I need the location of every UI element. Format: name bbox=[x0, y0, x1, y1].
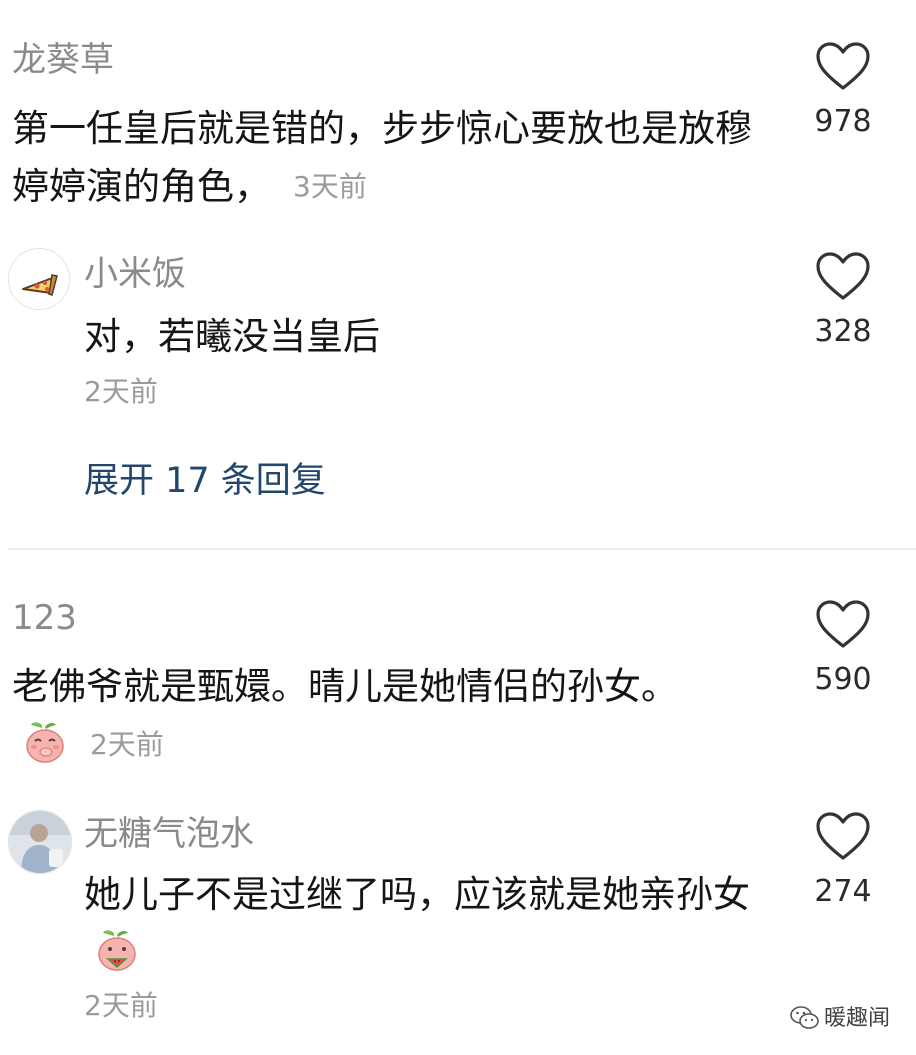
watermark: 暖趣闻 bbox=[790, 1000, 890, 1032]
watermark-text: 暖趣闻 bbox=[824, 1006, 891, 1031]
comment-username[interactable]: 123 bbox=[12, 598, 77, 638]
like-count: 328 bbox=[814, 314, 872, 349]
comment-text-body: 老佛爷就是甄嬛。晴儿是她情侣的孙女。 bbox=[12, 665, 678, 708]
reply-like-button[interactable]: 328 bbox=[798, 252, 888, 350]
comment-username[interactable]: 龙葵草 bbox=[12, 40, 114, 80]
reply-username[interactable]: 小米饭 bbox=[84, 254, 186, 294]
reply-text: 对，若曦没当皇后 bbox=[84, 315, 380, 358]
like-count: 274 bbox=[814, 874, 872, 909]
heart-outline-icon bbox=[816, 600, 870, 648]
pizza-slice-icon bbox=[9, 249, 69, 309]
expand-replies-link[interactable]: 展开 17 条回复 bbox=[84, 452, 326, 503]
like-count: 590 bbox=[814, 662, 872, 697]
reply-text-body: 她儿子不是过继了吗，应该就是她亲孙女 bbox=[84, 873, 750, 916]
avatar[interactable] bbox=[8, 248, 70, 310]
comment-text-body: 第一任皇后就是错的，步步惊心要放也是放穆婷婷演的角色， bbox=[12, 107, 752, 208]
reply-username[interactable]: 无糖气泡水 bbox=[84, 814, 254, 854]
heart-outline-icon bbox=[816, 252, 870, 300]
person-photo-avatar bbox=[9, 811, 71, 873]
like-button[interactable]: 978 bbox=[798, 42, 888, 140]
like-count: 978 bbox=[814, 104, 872, 139]
wechat-icon bbox=[790, 1006, 819, 1029]
comment-time: 3天前 bbox=[293, 170, 367, 203]
peach-covering-mouth-emoji bbox=[22, 719, 68, 782]
reply-text: 她儿子不是过继了吗，应该就是她亲孙女 bbox=[84, 866, 764, 990]
divider bbox=[8, 548, 916, 550]
reply-like-button[interactable]: 274 bbox=[798, 812, 888, 910]
like-button[interactable]: 590 bbox=[798, 600, 888, 698]
peach-eating-watermelon-emoji bbox=[94, 927, 140, 990]
reply-time: 2天前 bbox=[84, 375, 158, 408]
comment-text: 老佛爷就是甄嬛。晴儿是她情侣的孙女。 2天前 bbox=[12, 658, 702, 782]
heart-outline-icon bbox=[816, 42, 870, 90]
heart-outline-icon bbox=[816, 812, 870, 860]
comment-time: 2天前 bbox=[90, 728, 164, 761]
reply-time: 2天前 bbox=[84, 989, 158, 1022]
comment-text: 第一任皇后就是错的，步步惊心要放也是放穆婷婷演的角色， 3天前 bbox=[12, 100, 752, 216]
avatar[interactable] bbox=[8, 810, 72, 874]
